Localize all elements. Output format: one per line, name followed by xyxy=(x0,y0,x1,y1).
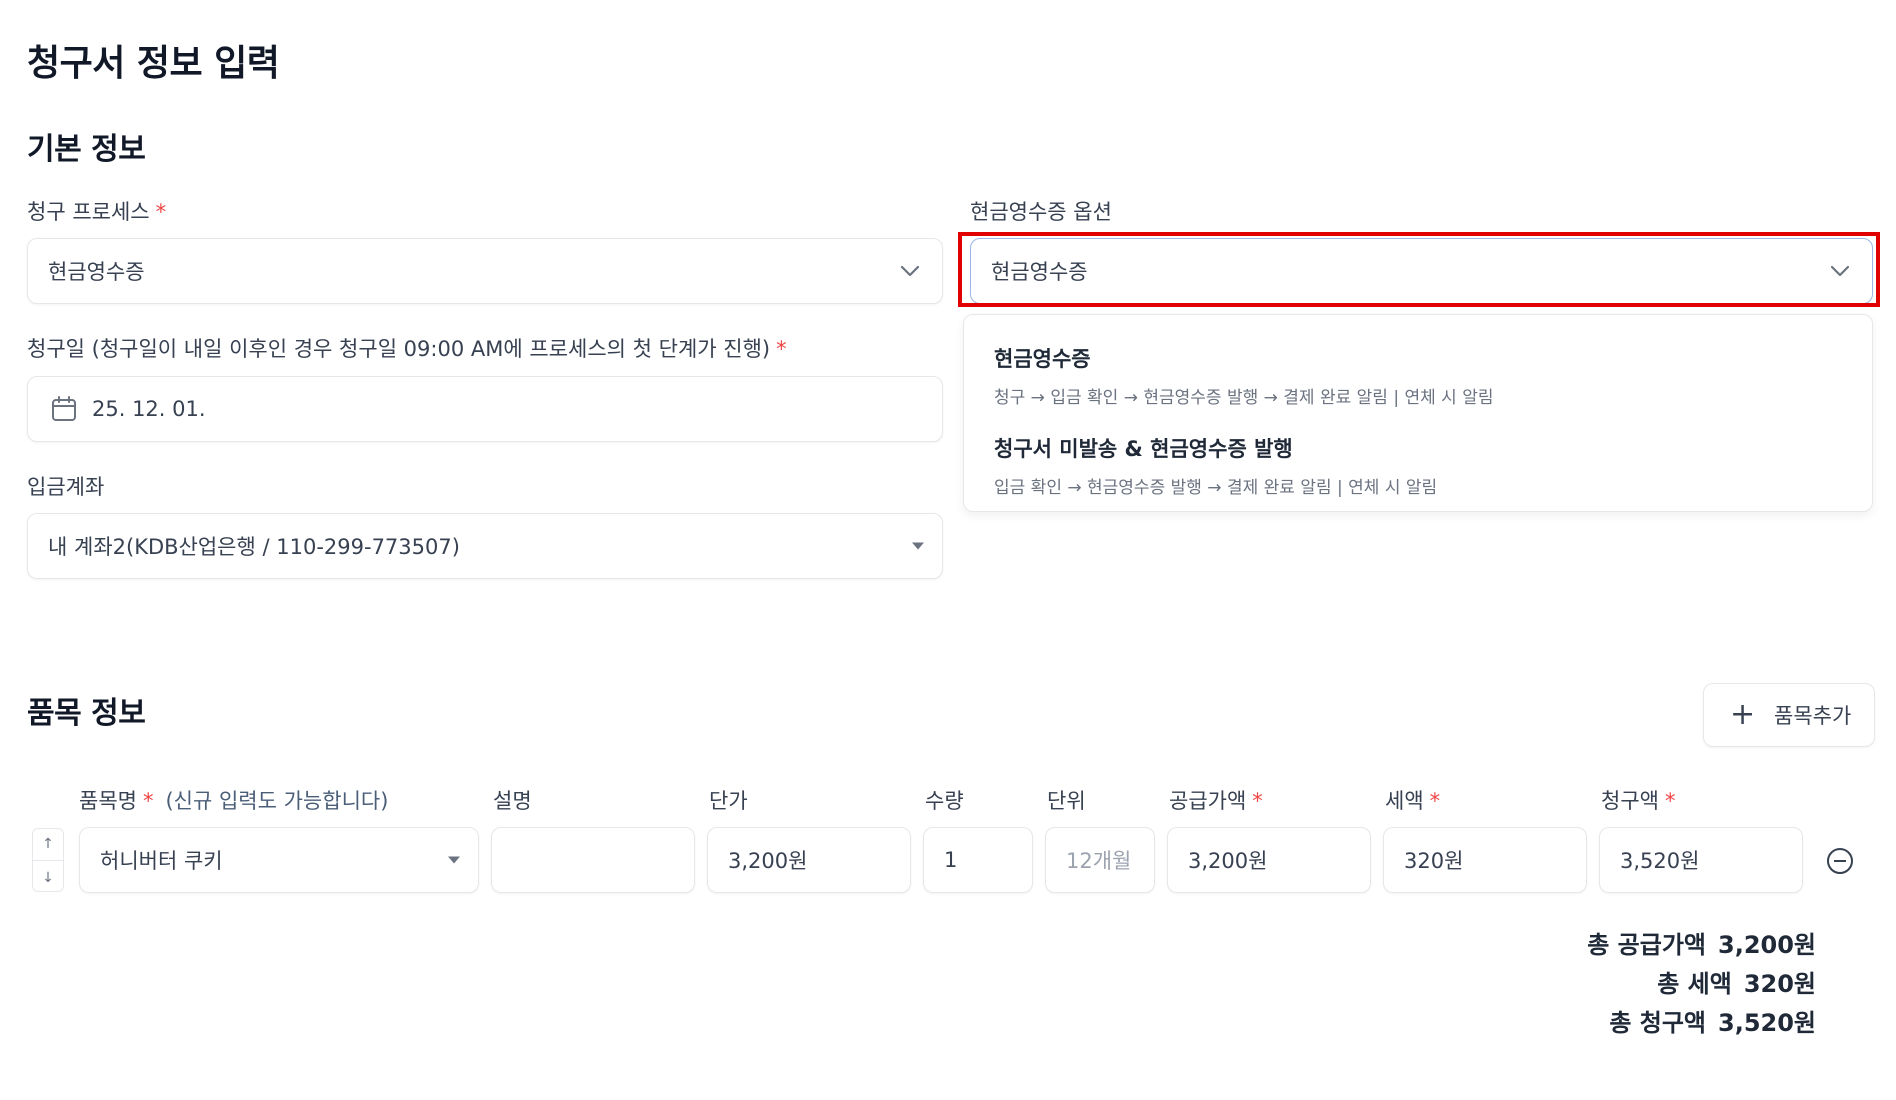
deposit-account-label: 입금계좌 xyxy=(27,475,105,499)
column-header-description: 설명 xyxy=(493,789,532,813)
column-header-text: 세액 xyxy=(1385,789,1424,813)
column-header-name: 품목명 * (신규 입력도 가능합니다) xyxy=(79,785,388,815)
divider xyxy=(33,860,63,861)
receipt-option-item[interactable]: 현금영수증 청구 → 입금 확인 → 현금영수증 발행 → 결제 완료 알림 |… xyxy=(994,343,1493,408)
item-unit-input: 12개월 xyxy=(1045,827,1155,893)
item-billing-amount-value: 3,520원 xyxy=(1620,849,1700,873)
items-section-title: 품목 정보 xyxy=(27,696,146,731)
total-billing-row: 총 청구액 3,520원 xyxy=(1587,1003,1816,1042)
item-unit-price-input[interactable]: 3,200원 xyxy=(707,827,911,893)
column-header-unit: 단위 xyxy=(1047,789,1086,813)
item-description-input[interactable] xyxy=(491,827,695,893)
add-item-button-label: 품목추가 xyxy=(1774,704,1852,728)
option-description: 입금 확인 → 현금영수증 발행 → 결제 완료 알림 | 연체 시 알림 xyxy=(994,478,1438,498)
column-header-supply-amount: 공급가액 * xyxy=(1169,785,1263,815)
item-unit-value: 12개월 xyxy=(1066,849,1132,873)
required-mark: * xyxy=(1429,789,1441,813)
total-supply-row: 총 공급가액 3,200원 xyxy=(1587,925,1816,964)
totals-summary: 총 공급가액 3,200원 총 세액 320원 총 청구액 3,520원 xyxy=(1587,925,1816,1042)
column-header-unit-price: 단가 xyxy=(709,789,748,813)
deposit-account-value: 내 계좌2(KDB산업은행 / 110-299-773507) xyxy=(48,535,460,559)
column-header-text: 품목명 xyxy=(79,789,137,813)
total-label: 총 청구액 xyxy=(1609,1009,1706,1037)
billing-process-value: 현금영수증 xyxy=(48,260,145,284)
item-name-select[interactable]: 허니버터 쿠키 xyxy=(79,827,479,893)
deposit-account-select[interactable]: 내 계좌2(KDB산업은행 / 110-299-773507) xyxy=(27,513,943,579)
item-quantity-value: 1 xyxy=(944,848,958,872)
required-mark: * xyxy=(1664,789,1676,813)
receipt-option-label: 현금영수증 옵션 xyxy=(970,200,1112,224)
option-description: 청구 → 입금 확인 → 현금영수증 발행 → 결제 완료 알림 | 연체 시 … xyxy=(994,388,1494,408)
column-header-tax: 세액 * xyxy=(1385,785,1440,815)
column-header-text: 청구액 xyxy=(1601,789,1659,813)
item-quantity-input[interactable]: 1 xyxy=(923,827,1033,893)
receipt-option-value: 현금영수증 xyxy=(991,260,1088,284)
item-billing-amount-input[interactable]: 3,520원 xyxy=(1599,827,1803,893)
move-up-icon[interactable]: ↑ xyxy=(33,837,63,851)
caret-down-icon xyxy=(912,542,924,550)
basic-info-section-title: 기본 정보 xyxy=(27,132,146,167)
column-header-quantity: 수량 xyxy=(925,789,964,813)
column-hint: (신규 입력도 가능합니다) xyxy=(165,789,389,813)
chevron-down-icon xyxy=(900,265,920,277)
move-down-icon[interactable]: ↓ xyxy=(33,871,63,885)
item-supply-amount-value: 3,200원 xyxy=(1188,849,1268,873)
add-item-button[interactable]: + 품목추가 xyxy=(1703,683,1875,747)
item-supply-amount-input[interactable]: 3,200원 xyxy=(1167,827,1371,893)
billing-date-label: 청구일 (청구일이 내일 이후인 경우 청구일 09:00 AM에 프로세스의 … xyxy=(27,333,787,363)
calendar-icon xyxy=(52,396,76,421)
column-header-text: 공급가액 xyxy=(1169,789,1247,813)
plus-icon: + xyxy=(1730,697,1756,732)
caret-down-icon xyxy=(448,856,460,864)
chevron-down-icon xyxy=(1830,265,1850,277)
required-mark: * xyxy=(142,789,154,813)
item-unit-price-value: 3,200원 xyxy=(728,849,808,873)
billing-process-select[interactable]: 현금영수증 xyxy=(27,238,943,304)
billing-process-label-text: 청구 프로세스 xyxy=(27,200,150,224)
total-value: 320원 xyxy=(1743,970,1816,998)
receipt-option-item[interactable]: 청구서 미발송 & 현금영수증 발행 입금 확인 → 현금영수증 발행 → 결제… xyxy=(994,433,1437,498)
total-tax-row: 총 세액 320원 xyxy=(1587,964,1816,1003)
total-label: 총 세액 xyxy=(1657,970,1732,998)
billing-date-input[interactable]: 25. 12. 01. xyxy=(27,376,943,442)
total-value: 3,200원 xyxy=(1718,931,1816,959)
column-header-billing-amount: 청구액 * xyxy=(1601,785,1675,815)
total-label: 총 공급가액 xyxy=(1587,931,1706,959)
total-value: 3,520원 xyxy=(1718,1009,1816,1037)
item-tax-input[interactable]: 320원 xyxy=(1383,827,1587,893)
item-name-value: 허니버터 쿠키 xyxy=(100,849,223,873)
required-mark: * xyxy=(1252,789,1263,813)
required-mark: * xyxy=(776,337,787,361)
billing-process-label: 청구 프로세스 * xyxy=(27,196,166,226)
option-title: 현금영수증 xyxy=(994,347,1091,371)
remove-row-icon[interactable] xyxy=(1827,848,1853,874)
receipt-option-dropdown: 현금영수증 청구 → 입금 확인 → 현금영수증 발행 → 결제 완료 알림 |… xyxy=(963,314,1873,512)
item-tax-value: 320원 xyxy=(1404,849,1464,873)
billing-date-label-text: 청구일 (청구일이 내일 이후인 경우 청구일 09:00 AM에 프로세스의 … xyxy=(27,337,771,361)
billing-date-value: 25. 12. 01. xyxy=(92,397,206,421)
receipt-option-select[interactable]: 현금영수증 xyxy=(970,238,1873,304)
option-title: 청구서 미발송 & 현금영수증 발행 xyxy=(994,437,1293,461)
row-move-handle: ↑ ↓ xyxy=(32,828,64,892)
page-title: 청구서 정보 입력 xyxy=(27,43,280,84)
required-mark: * xyxy=(155,200,167,224)
